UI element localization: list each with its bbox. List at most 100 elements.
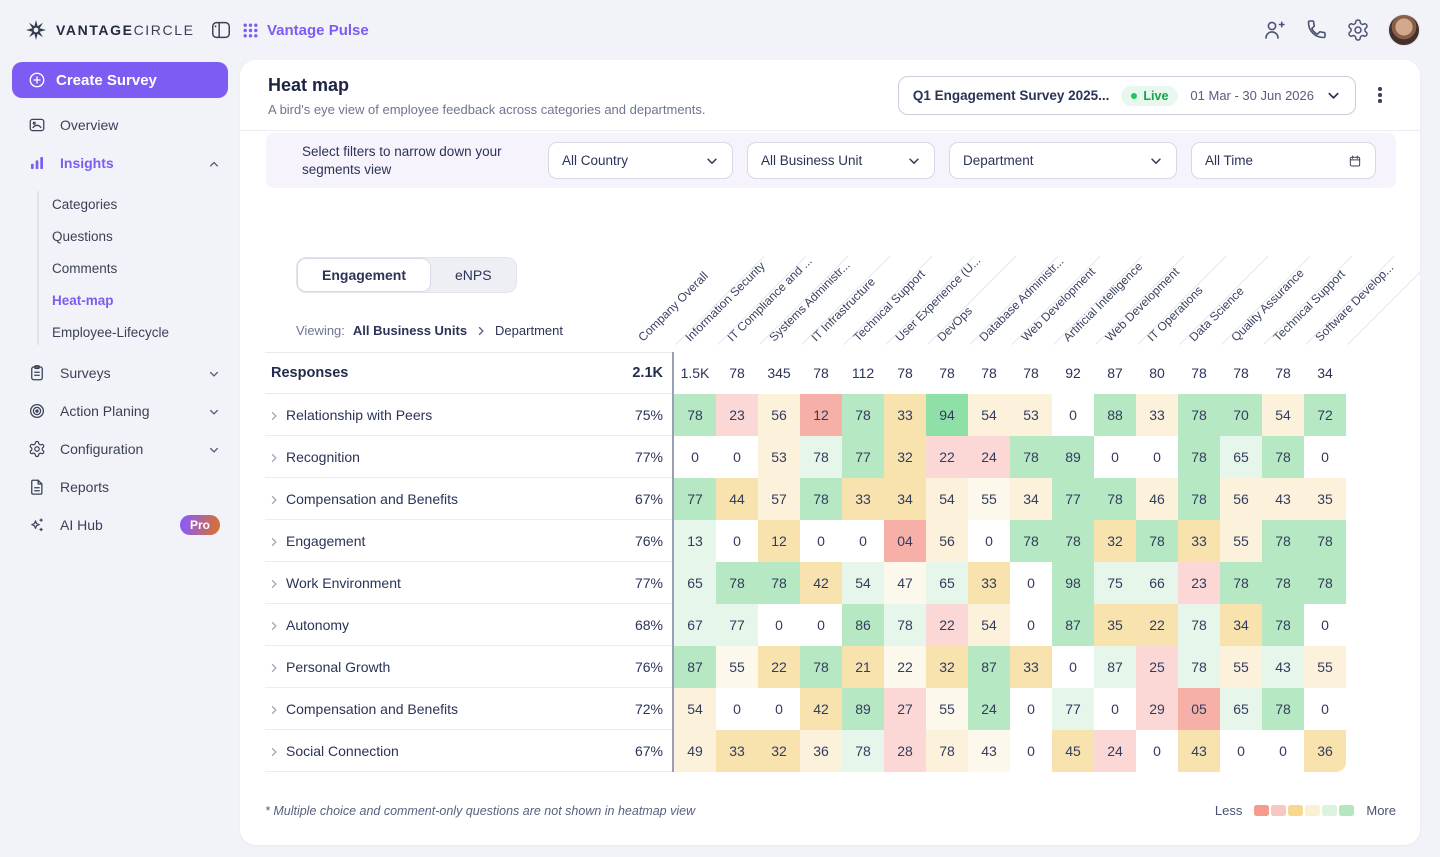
heatmap-cell[interactable]: 32 [926,646,968,688]
expand-chevron-icon[interactable] [268,451,280,463]
heatmap-cell[interactable]: 33 [842,478,884,520]
heatmap-cell[interactable]: 86 [842,604,884,646]
heatmap-cell[interactable]: 55 [926,688,968,730]
heatmap-cell[interactable]: 28 [884,730,926,772]
heatmap-cell[interactable]: 0 [1010,730,1052,772]
sidebar-subitem-heat-map[interactable]: Heat-map [0,284,240,316]
heatmap-cell[interactable]: 78 [1178,604,1220,646]
heatmap-cell[interactable]: 54 [674,688,716,730]
heatmap-cell[interactable]: 78 [1220,562,1262,604]
heatmap-cell[interactable]: 78 [800,436,842,478]
tab-engagement[interactable]: Engagement [297,258,431,292]
heatmap-cell[interactable]: 05 [1178,688,1220,730]
sidebar-item-overview[interactable]: Overview [0,106,240,144]
heatmap-cell[interactable]: 78 [758,562,800,604]
heatmap-cell[interactable]: 78 [1304,562,1346,604]
category-row-work-environment[interactable]: Work Environment77% [265,562,672,604]
phone-icon[interactable] [1304,18,1328,42]
category-row-personal-growth[interactable]: Personal Growth76% [265,646,672,688]
sidebar-subitem-employee-lifecycle[interactable]: Employee-Lifecycle [0,316,240,348]
heatmap-cell[interactable]: 78 [926,730,968,772]
heatmap-cell[interactable]: 78 [1052,520,1094,562]
sidebar-item-surveys[interactable]: Surveys [0,354,240,392]
heatmap-cell[interactable]: 32 [1094,520,1136,562]
category-row-social-connection[interactable]: Social Connection67% [265,730,672,772]
expand-chevron-icon[interactable] [268,619,280,631]
heatmap-cell[interactable]: 22 [884,646,926,688]
heatmap-cell[interactable]: 0 [1094,688,1136,730]
heatmap-cell[interactable]: 55 [1220,646,1262,688]
heatmap-cell[interactable]: 54 [968,394,1010,436]
expand-chevron-icon[interactable] [268,409,280,421]
heatmap-cell[interactable]: 44 [716,478,758,520]
heatmap-cell[interactable]: 22 [758,646,800,688]
viewing-secondary[interactable]: Department [495,323,563,338]
heatmap-cell[interactable]: 54 [1262,394,1304,436]
heatmap-cell[interactable]: 78 [674,394,716,436]
heatmap-cell[interactable]: 55 [716,646,758,688]
heatmap-cell[interactable]: 0 [1304,436,1346,478]
heatmap-cell[interactable]: 54 [968,604,1010,646]
filter-dropdown-department[interactable]: Department [949,142,1177,179]
category-row-recognition[interactable]: Recognition77% [265,436,672,478]
heatmap-cell[interactable]: 78 [1010,520,1052,562]
heatmap-cell[interactable]: 43 [1262,478,1304,520]
heatmap-cell[interactable]: 56 [1220,478,1262,520]
heatmap-cell[interactable]: 77 [1052,478,1094,520]
heatmap-cell[interactable]: 34 [1010,478,1052,520]
heatmap-cell[interactable]: 0 [1220,730,1262,772]
heatmap-cell[interactable]: 77 [1052,688,1094,730]
expand-chevron-icon[interactable] [268,577,280,589]
heatmap-cell[interactable]: 24 [1094,730,1136,772]
heatmap-cell[interactable]: 33 [884,394,926,436]
heatmap-cell[interactable]: 34 [1220,604,1262,646]
gear-icon[interactable] [1346,18,1370,42]
heatmap-cell[interactable]: 65 [1220,688,1262,730]
heatmap-cell[interactable]: 78 [842,394,884,436]
heatmap-cell[interactable]: 78 [1136,520,1178,562]
heatmap-cell[interactable]: 35 [1094,604,1136,646]
sidebar-item-action-planing[interactable]: Action Planing [0,392,240,430]
heatmap-cell[interactable]: 42 [800,688,842,730]
heatmap-cell[interactable]: 0 [1136,730,1178,772]
heatmap-cell[interactable]: 78 [1262,688,1304,730]
heatmap-cell[interactable]: 87 [1094,646,1136,688]
heatmap-cell[interactable]: 42 [800,562,842,604]
heatmap-cell[interactable]: 66 [1136,562,1178,604]
heatmap-cell[interactable]: 32 [884,436,926,478]
add-user-icon[interactable] [1262,18,1286,42]
heatmap-cell[interactable]: 0 [1010,604,1052,646]
heatmap-cell[interactable]: 77 [842,436,884,478]
heatmap-cell[interactable]: 45 [1052,730,1094,772]
heatmap-cell[interactable]: 0 [842,520,884,562]
viewing-primary[interactable]: All Business Units [353,323,467,338]
heatmap-cell[interactable]: 78 [884,604,926,646]
heatmap-cell[interactable]: 78 [1262,604,1304,646]
expand-chevron-icon[interactable] [268,661,280,673]
heatmap-cell[interactable]: 78 [1010,436,1052,478]
sidebar-item-reports[interactable]: Reports [0,468,240,506]
heatmap-cell[interactable]: 78 [1094,478,1136,520]
heatmap-cell[interactable]: 33 [716,730,758,772]
heatmap-cell[interactable]: 24 [968,436,1010,478]
heatmap-cell[interactable]: 78 [716,562,758,604]
heatmap-cell[interactable]: 54 [926,478,968,520]
filter-dropdown-all-time[interactable]: All Time [1191,142,1376,179]
heatmap-cell[interactable]: 47 [884,562,926,604]
heatmap-cell[interactable]: 0 [716,436,758,478]
heatmap-cell[interactable]: 49 [674,730,716,772]
heatmap-cell[interactable]: 87 [1052,604,1094,646]
heatmap-cell[interactable]: 0 [716,688,758,730]
heatmap-cell[interactable]: 55 [1220,520,1262,562]
heatmap-cell[interactable]: 56 [758,394,800,436]
category-row-autonomy[interactable]: Autonomy68% [265,604,672,646]
heatmap-cell[interactable]: 57 [758,478,800,520]
heatmap-cell[interactable]: 0 [716,520,758,562]
category-row-relationship-with-peers[interactable]: Relationship with Peers75% [265,394,672,436]
heatmap-cell[interactable]: 75 [1094,562,1136,604]
expand-chevron-icon[interactable] [268,745,280,757]
heatmap-cell[interactable]: 24 [968,688,1010,730]
category-row-compensation-and-benefits[interactable]: Compensation and Benefits72% [265,688,672,730]
heatmap-cell[interactable]: 29 [1136,688,1178,730]
heatmap-cell[interactable]: 23 [1178,562,1220,604]
